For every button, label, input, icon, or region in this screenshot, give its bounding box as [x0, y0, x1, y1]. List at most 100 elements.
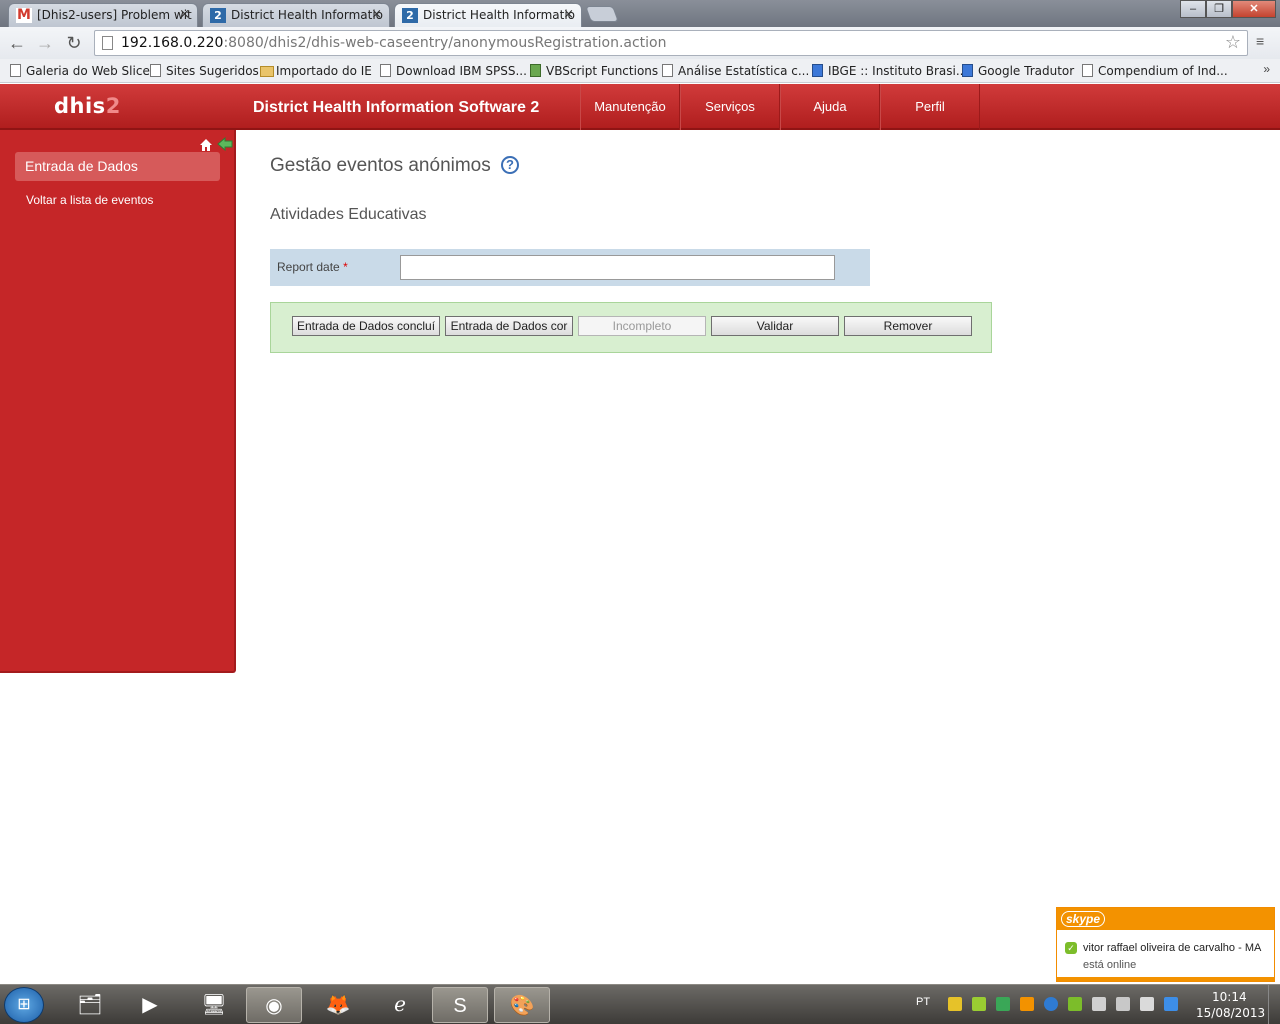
close-tab-icon[interactable]: ×	[179, 4, 190, 26]
network-computer-icon[interactable]: 🖥	[186, 987, 242, 1023]
forward-arrow-icon[interactable]: →	[34, 32, 56, 54]
report-date-input[interactable]	[400, 255, 835, 280]
menu-manutencao[interactable]: Manutenção	[580, 84, 680, 130]
tray-chat-icon[interactable]	[1044, 997, 1058, 1011]
bookmark-label: Google Tradutor	[978, 64, 1075, 78]
show-desktop-button[interactable]	[1268, 985, 1280, 1024]
page-title: Gestão eventos anónimos	[270, 155, 491, 176]
bookmark-item[interactable]: Galeria do Web Slice	[8, 62, 150, 80]
folder-icon	[260, 66, 274, 77]
validate-button[interactable]: Validar	[711, 316, 839, 336]
chrome-icon[interactable]: ◉	[246, 987, 302, 1023]
skype-status-text: está online	[1083, 959, 1137, 971]
logo-text: dhis	[54, 94, 106, 118]
program-stage-title: Atividades Educativas	[270, 206, 427, 223]
bookmark-label: Importado do IE	[276, 64, 372, 78]
firefox-icon[interactable]: 🦊	[310, 987, 366, 1023]
bookmark-item[interactable]: IBGE :: Instituto Brasi...	[810, 62, 967, 80]
back-arrow-icon[interactable]: ←	[6, 32, 28, 54]
app-title: District Health Information Software 2	[253, 99, 540, 116]
back-arrow-icon[interactable]	[217, 136, 233, 152]
report-date-row: Report date *	[270, 249, 870, 286]
complete-data-entry-button[interactable]: Entrada de Dados concluí	[292, 316, 440, 336]
skype-contact-name: vitor raffael oliveira de carvalho - MA	[1083, 942, 1262, 954]
dhis2-favicon-icon: 2	[210, 8, 226, 23]
skype-footer-stripe	[1057, 977, 1274, 981]
left-sidebar: Entrada de Dados Voltar a lista de event…	[0, 130, 236, 673]
top-menu: Manutenção Serviços Ajuda Perfil	[580, 84, 980, 130]
clock-date[interactable]: 15/08/2013	[1196, 1006, 1265, 1020]
home-icon[interactable]	[199, 138, 213, 152]
bookmark-label: IBGE :: Instituto Brasi...	[828, 64, 968, 78]
new-tab-button[interactable]	[585, 6, 619, 22]
bookmark-item[interactable]: VBScript Functions	[528, 62, 658, 80]
clock-time[interactable]: 10:14	[1212, 990, 1247, 1004]
google-translate-icon	[962, 64, 973, 77]
url-path: :8080/dhis2/dhis-web-caseentry/anonymous…	[223, 35, 667, 51]
paint-icon[interactable]: 🎨	[494, 987, 550, 1023]
skype-title-bar: skype	[1057, 908, 1274, 930]
minimize-icon[interactable]: –	[1180, 0, 1206, 18]
bookmark-label: VBScript Functions	[546, 64, 659, 78]
tab-label: District Health Informatio	[423, 8, 575, 22]
vbscript-icon	[530, 64, 541, 77]
bookmark-item[interactable]: Análise Estatística c...	[660, 62, 809, 80]
help-icon[interactable]: ?	[501, 156, 519, 174]
action-button-bar: Entrada de Dados concluí Entrada de Dado…	[270, 302, 992, 353]
google-drive-icon[interactable]	[996, 997, 1010, 1011]
menu-servicos[interactable]: Serviços	[680, 84, 780, 130]
close-tab-icon[interactable]: ×	[563, 4, 574, 26]
bookmark-label: Download IBM SPSS...	[396, 64, 527, 78]
skype-icon[interactable]: S	[432, 987, 488, 1023]
bookmark-item[interactable]: Compendium of Ind...	[1080, 62, 1228, 80]
bookmark-star-icon[interactable]: ☆	[1225, 31, 1241, 55]
address-bar[interactable]: 192.168.0.220:8080/dhis2/dhis-web-caseen…	[94, 30, 1248, 56]
bookmark-item[interactable]: Download IBM SPSS...	[378, 62, 527, 80]
tray-flag-icon[interactable]	[948, 997, 962, 1011]
dropbox-icon[interactable]	[1164, 997, 1178, 1011]
language-indicator[interactable]: PT	[916, 996, 930, 1008]
sidebar-item-data-entry[interactable]: Entrada de Dados	[15, 152, 220, 181]
page-icon	[380, 64, 391, 77]
tray-s-icon[interactable]	[1020, 997, 1034, 1011]
remove-button[interactable]: Remover	[844, 316, 972, 336]
wrench-menu-icon[interactable]: ≡	[1256, 33, 1264, 49]
volume-icon[interactable]	[1140, 997, 1154, 1011]
bookmark-item[interactable]: Sites Sugeridos	[148, 62, 259, 80]
bookmark-label: Compendium of Ind...	[1098, 64, 1228, 78]
restore-icon[interactable]: ❐	[1206, 0, 1232, 18]
report-date-label: Report date *	[277, 260, 348, 274]
complete-data-entry-button-2[interactable]: Entrada de Dados cor	[445, 316, 573, 336]
bookmark-label: Análise Estatística c...	[678, 64, 810, 78]
bookmark-item[interactable]: Importado do IE	[258, 62, 372, 80]
menu-perfil[interactable]: Perfil	[880, 84, 980, 130]
close-window-icon[interactable]: ✕	[1232, 0, 1276, 18]
url-host: 192.168.0.220	[121, 35, 224, 51]
browser-tab-gmail[interactable]: M [Dhis2-users] Problem wit ×	[8, 3, 198, 27]
browser-tab-dhis2-active[interactable]: 2 District Health Informatio ×	[394, 3, 582, 27]
bookmark-item[interactable]: Google Tradutor	[960, 62, 1074, 80]
tab-label: District Health Informatio	[231, 8, 383, 22]
close-tab-icon[interactable]: ×	[371, 4, 382, 26]
menu-ajuda[interactable]: Ajuda	[780, 84, 880, 130]
skype-tray-icon[interactable]	[1068, 997, 1082, 1011]
browser-tab-dhis2[interactable]: 2 District Health Informatio ×	[202, 3, 390, 27]
bookmarks-overflow-icon[interactable]: »	[1263, 62, 1270, 76]
reload-icon[interactable]: ↻	[63, 32, 85, 54]
required-mark: *	[343, 260, 348, 274]
incomplete-button[interactable]: Incompleto	[578, 316, 706, 336]
skype-logo: skype	[1061, 911, 1106, 927]
windows-start-icon[interactable]: ⊞	[4, 987, 44, 1023]
page-icon	[1082, 64, 1093, 77]
explorer-icon[interactable]: 🗂	[62, 987, 118, 1023]
action-center-icon[interactable]	[1092, 997, 1106, 1011]
media-player-icon[interactable]: ▶	[122, 987, 178, 1023]
tray-search-icon[interactable]	[972, 997, 986, 1011]
dhis2-logo[interactable]: dhis2	[54, 94, 121, 118]
page-icon	[662, 64, 673, 77]
sidebar-link-back-to-events[interactable]: Voltar a lista de eventos	[26, 193, 153, 207]
network-icon[interactable]	[1116, 997, 1130, 1011]
internet-explorer-icon[interactable]: ℯ	[372, 987, 428, 1023]
browser-tab-strip: M [Dhis2-users] Problem wit × 2 District…	[0, 0, 1280, 27]
skype-notification[interactable]: skype ✓ vitor raffael oliveira de carval…	[1056, 907, 1275, 982]
